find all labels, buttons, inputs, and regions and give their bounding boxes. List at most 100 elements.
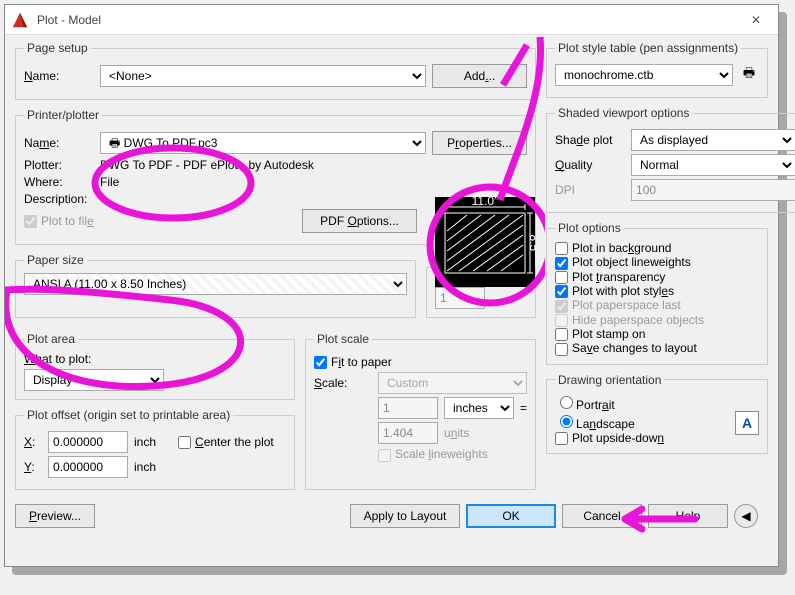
opt-hp-checkbox [555, 314, 568, 327]
titlebar: Plot - Model ✕ [5, 5, 778, 35]
orientation-group: Drawing orientation Portrait Landscape P… [546, 373, 768, 454]
page-setup-name-label: Name: [24, 69, 94, 83]
plot-dialog: Plot - Model ✕ Page setup Name: <None> A… [4, 4, 779, 567]
opt-pl: Plot paperspace last [555, 298, 681, 312]
plotter-value: DWG To PDF - PDF ePlot - by Autodesk [100, 158, 314, 172]
what-to-plot-label: What to plot: [24, 352, 286, 366]
opt-st-checkbox[interactable] [555, 328, 568, 341]
scale-select: Custom [378, 372, 527, 394]
opt-tr-checkbox[interactable] [555, 271, 568, 284]
chevron-left-icon: ◀ [741, 509, 750, 523]
upside-down-checkbox[interactable] [555, 432, 568, 445]
page-setup-name-select[interactable]: <None> [100, 65, 426, 87]
opt-sc-checkbox[interactable] [555, 343, 568, 356]
scale-label: Scale: [314, 376, 372, 390]
offset-x-units: inch [134, 435, 156, 449]
scale-denom-units: units [444, 426, 469, 440]
plot-style-table-select[interactable]: monochrome.ctb [555, 64, 733, 86]
help-button[interactable]: Help [648, 504, 728, 528]
printer-name-select[interactable]: 🖶 DWG To PDF.pc3 [100, 132, 426, 154]
opt-ps-checkbox[interactable] [555, 285, 568, 298]
properties-button[interactable]: Properties... [432, 131, 527, 155]
preview-button[interactable]: Preview... [15, 504, 95, 528]
landscape-radio[interactable] [560, 415, 573, 428]
opt-ps[interactable]: Plot with plot styles [555, 284, 674, 298]
what-to-plot-select[interactable]: Display [24, 369, 164, 391]
orientation-icon: A [735, 411, 759, 435]
fit-to-paper-label[interactable]: Fit to paper [314, 355, 392, 369]
opt-pl-checkbox [555, 300, 568, 313]
plot-scale-group: Plot scale Fit to paper Scale: Custom in… [305, 332, 536, 490]
plot-style-table-group: Plot style table (pen assignments) monoc… [546, 41, 768, 98]
shaded-viewport-group: Shaded viewport options Shade plotAs dis… [546, 106, 795, 213]
where-label: Where: [24, 175, 94, 189]
scale-lineweights-checkbox [378, 449, 391, 462]
scale-lineweights-label: Scale lineweights [378, 447, 488, 461]
offset-x-label: X: [24, 435, 42, 449]
portrait-radio[interactable] [560, 396, 573, 409]
ok-button[interactable]: OK [466, 504, 556, 528]
edit-ctb-button[interactable]: 🖶 [739, 65, 759, 85]
paper-preview: 11.0″ 8.5″ [435, 197, 535, 287]
plot-offset-legend: Plot offset (origin set to printable are… [24, 408, 233, 422]
app-logo-icon [11, 11, 29, 29]
fit-to-paper-checkbox[interactable] [314, 356, 327, 369]
page-setup-group: Page setup Name: <None> Add... [15, 41, 536, 100]
where-value: File [100, 175, 119, 189]
close-icon: ✕ [751, 13, 761, 27]
pdf-options-button[interactable]: PDF Options... [302, 209, 417, 233]
offset-y-units: inch [134, 460, 156, 474]
apply-to-layout-button[interactable]: Apply to Layout [350, 504, 460, 528]
center-plot-label[interactable]: Center the plot [178, 435, 274, 449]
quality-select[interactable]: Normal [631, 154, 795, 176]
opt-bg-checkbox[interactable] [555, 242, 568, 255]
page-setup-legend: Page setup [24, 41, 91, 55]
paper-size-group: Paper size ANSI A (11.00 x 8.50 Inches) [15, 253, 416, 318]
quality-label: Quality [555, 158, 625, 172]
cancel-button[interactable]: Cancel [562, 504, 642, 528]
center-plot-checkbox[interactable] [178, 436, 191, 449]
window-title: Plot - Model [37, 13, 734, 27]
scale-eq: = [520, 401, 527, 415]
printer-name-label: Name: [24, 136, 94, 150]
opt-bg[interactable]: Plot in background [555, 241, 671, 255]
offset-y-label: Y: [24, 460, 42, 474]
opt-sc[interactable]: Save changes to layout [555, 341, 697, 355]
opt-lw-checkbox[interactable] [555, 257, 568, 270]
description-label: Description: [24, 192, 94, 206]
close-button[interactable]: ✕ [734, 5, 778, 35]
plot-offset-group: Plot offset (origin set to printable are… [15, 408, 295, 490]
collapse-button[interactable]: ◀ [734, 504, 758, 528]
plot-to-file-checkbox [24, 215, 37, 228]
paper-size-legend: Paper size [24, 253, 87, 267]
svg-text:8.5″: 8.5″ [527, 235, 535, 257]
dpi-input [631, 179, 795, 201]
plot-scale-legend: Plot scale [314, 332, 372, 346]
printer-legend: Printer/plotter [24, 108, 102, 122]
shade-plot-label: Shade plot [555, 133, 625, 147]
paper-size-select[interactable]: ANSI A (11.00 x 8.50 Inches) [24, 273, 407, 295]
offset-x-input[interactable] [48, 431, 128, 453]
opt-st[interactable]: Plot stamp on [555, 327, 645, 341]
plot-options-legend: Plot options [555, 221, 624, 235]
svg-text:11.0″: 11.0″ [472, 197, 499, 208]
upside-down-label[interactable]: Plot upside-down [555, 431, 664, 445]
add-button[interactable]: Add... [432, 64, 527, 88]
scale-denom-input [378, 422, 438, 444]
scale-num-input [378, 397, 438, 419]
scale-units-select[interactable]: inches [444, 397, 514, 419]
plot-area-group: Plot area What to plot: Display [15, 332, 295, 400]
landscape-label[interactable]: Landscape [555, 417, 635, 431]
plot-style-table-legend: Plot style table (pen assignments) [555, 41, 741, 55]
opt-lw[interactable]: Plot object lineweights [555, 255, 691, 269]
plot-area-legend: Plot area [24, 332, 78, 346]
shade-plot-select[interactable]: As displayed [631, 129, 795, 151]
plot-options-group: Plot options Plot in background Plot obj… [546, 221, 768, 365]
plot-to-file-checkbox-label: Plot to file [24, 214, 94, 228]
copies-input [435, 287, 485, 309]
offset-y-input[interactable] [48, 456, 128, 478]
portrait-label[interactable]: Portrait [555, 398, 615, 412]
opt-tr[interactable]: Plot transparency [555, 270, 665, 284]
plotter-label: Plotter: [24, 158, 94, 172]
orientation-legend: Drawing orientation [555, 373, 664, 387]
